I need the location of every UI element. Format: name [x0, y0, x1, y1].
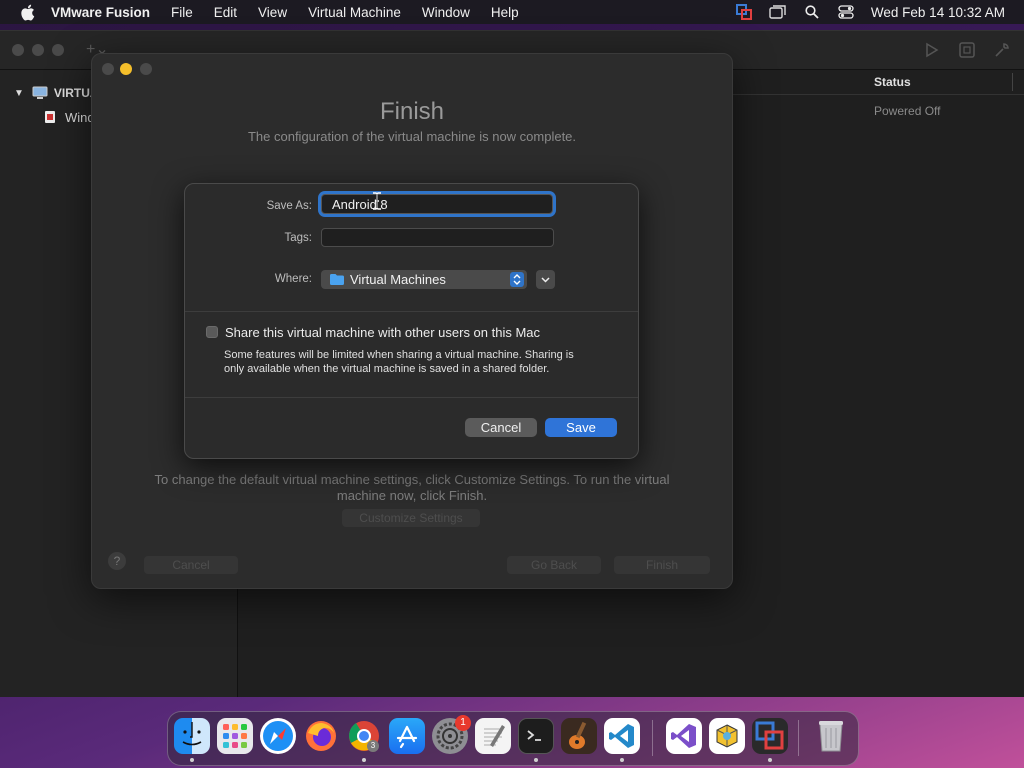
- status-column-header[interactable]: Status: [874, 75, 911, 89]
- menu-file[interactable]: File: [171, 5, 193, 20]
- assistant-close-button[interactable]: [102, 63, 114, 75]
- save-as-input[interactable]: Android 8: [321, 194, 553, 214]
- running-indicator: [534, 758, 538, 762]
- settings-notification-badge: 1: [455, 715, 471, 731]
- finish-button[interactable]: Finish: [614, 556, 710, 574]
- dock-vmware-fusion-icon[interactable]: [752, 718, 788, 754]
- dock-finder-icon[interactable]: [174, 718, 210, 754]
- search-icon[interactable]: [803, 4, 821, 20]
- menu-edit[interactable]: Edit: [214, 5, 237, 20]
- sidebar-item-windows-vm[interactable]: Wind: [44, 106, 95, 128]
- menu-window[interactable]: Window: [422, 5, 470, 20]
- menu-virtual-machine[interactable]: Virtual Machine: [308, 5, 401, 20]
- share-checkbox[interactable]: [206, 326, 218, 338]
- dock-firefox-icon[interactable]: [303, 718, 339, 754]
- expand-browser-button[interactable]: [536, 270, 555, 289]
- section-divider: [185, 311, 638, 312]
- chrome-profile-badge: 3: [367, 740, 379, 752]
- customize-settings-button[interactable]: Customize Settings: [342, 509, 480, 527]
- assistant-cancel-button[interactable]: Cancel: [144, 556, 238, 574]
- dock: 3 1: [167, 711, 859, 766]
- tags-input[interactable]: [321, 228, 554, 247]
- close-window-button[interactable]: [12, 44, 24, 56]
- dock-textedit-icon[interactable]: [475, 718, 511, 754]
- dock-safari-icon[interactable]: [260, 718, 296, 754]
- running-indicator: [362, 758, 366, 762]
- where-popup-button[interactable]: Virtual Machines: [321, 270, 527, 289]
- where-label: Where:: [274, 273, 312, 285]
- page-title: Finish: [379, 98, 445, 125]
- share-description: Some features will be limited when shari…: [224, 349, 574, 375]
- zoom-window-button[interactable]: [52, 44, 64, 56]
- dock-separator: [798, 720, 799, 756]
- save-dialog: Save As: Android 8 Tags: Where: Virtual …: [184, 183, 639, 459]
- running-indicator: [768, 758, 772, 762]
- text-cursor-icon: [371, 192, 383, 210]
- dock-launchpad-icon[interactable]: [217, 718, 253, 754]
- customize-hint-text: To change the default virtual machine se…: [154, 472, 670, 503]
- dock-virtualbuddy-icon[interactable]: [709, 718, 745, 754]
- monitor-icon: [32, 86, 48, 99]
- menu-help[interactable]: Help: [491, 5, 519, 20]
- dock-visual-studio-icon[interactable]: [666, 718, 702, 754]
- share-checkbox-label[interactable]: Share this virtual machine with other us…: [225, 325, 540, 340]
- screen-mirror-icon[interactable]: [769, 4, 787, 20]
- menu-view[interactable]: View: [258, 5, 287, 20]
- settings-wrench-icon[interactable]: [993, 41, 1011, 59]
- page-subtitle: The configuration of the virtual machine…: [247, 129, 577, 144]
- tags-label: Tags:: [284, 232, 313, 244]
- menu-bar: VMware Fusion File Edit View Virtual Mac…: [0, 0, 1024, 24]
- apple-menu-icon[interactable]: [17, 2, 37, 22]
- dock-app-store-icon[interactable]: [389, 718, 425, 754]
- vm-file-icon: [45, 111, 55, 123]
- chevron-down-icon: [541, 276, 550, 283]
- assistant-minimize-button[interactable]: [120, 63, 132, 75]
- play-icon[interactable]: [922, 41, 940, 59]
- sidebar-section-virtual-machines[interactable]: ▼ VIRTUA: [14, 82, 99, 104]
- vm-status-value: Powered Off: [874, 104, 941, 118]
- disclosure-triangle-icon[interactable]: ▼: [14, 88, 24, 99]
- help-button[interactable]: ?: [108, 552, 126, 570]
- save-button[interactable]: Save: [545, 418, 617, 437]
- assistant-zoom-button[interactable]: [140, 63, 152, 75]
- dock-garageband-icon[interactable]: [561, 718, 597, 754]
- dock-trash-icon[interactable]: [813, 718, 849, 754]
- dock-terminal-icon[interactable]: [518, 718, 554, 754]
- control-center-icon[interactable]: [837, 4, 855, 20]
- save-as-label: Save As:: [266, 200, 312, 212]
- folder-icon: [330, 274, 344, 285]
- menu-app-name[interactable]: VMware Fusion: [51, 5, 150, 20]
- where-value: Virtual Machines: [350, 272, 446, 287]
- vmware-status-icon[interactable]: [735, 4, 753, 20]
- dock-vscode-icon[interactable]: [604, 718, 640, 754]
- chevron-up-down-icon: [510, 272, 524, 287]
- snapshot-icon[interactable]: [958, 41, 976, 59]
- cancel-button[interactable]: Cancel: [465, 418, 537, 437]
- running-indicator: [190, 758, 194, 762]
- minimize-window-button[interactable]: [32, 44, 44, 56]
- running-indicator: [620, 758, 624, 762]
- menu-clock[interactable]: Wed Feb 14 10:32 AM: [871, 5, 1005, 20]
- section-divider: [185, 397, 638, 398]
- column-divider: [1012, 73, 1013, 91]
- dock-separator: [652, 720, 653, 756]
- go-back-button[interactable]: Go Back: [507, 556, 601, 574]
